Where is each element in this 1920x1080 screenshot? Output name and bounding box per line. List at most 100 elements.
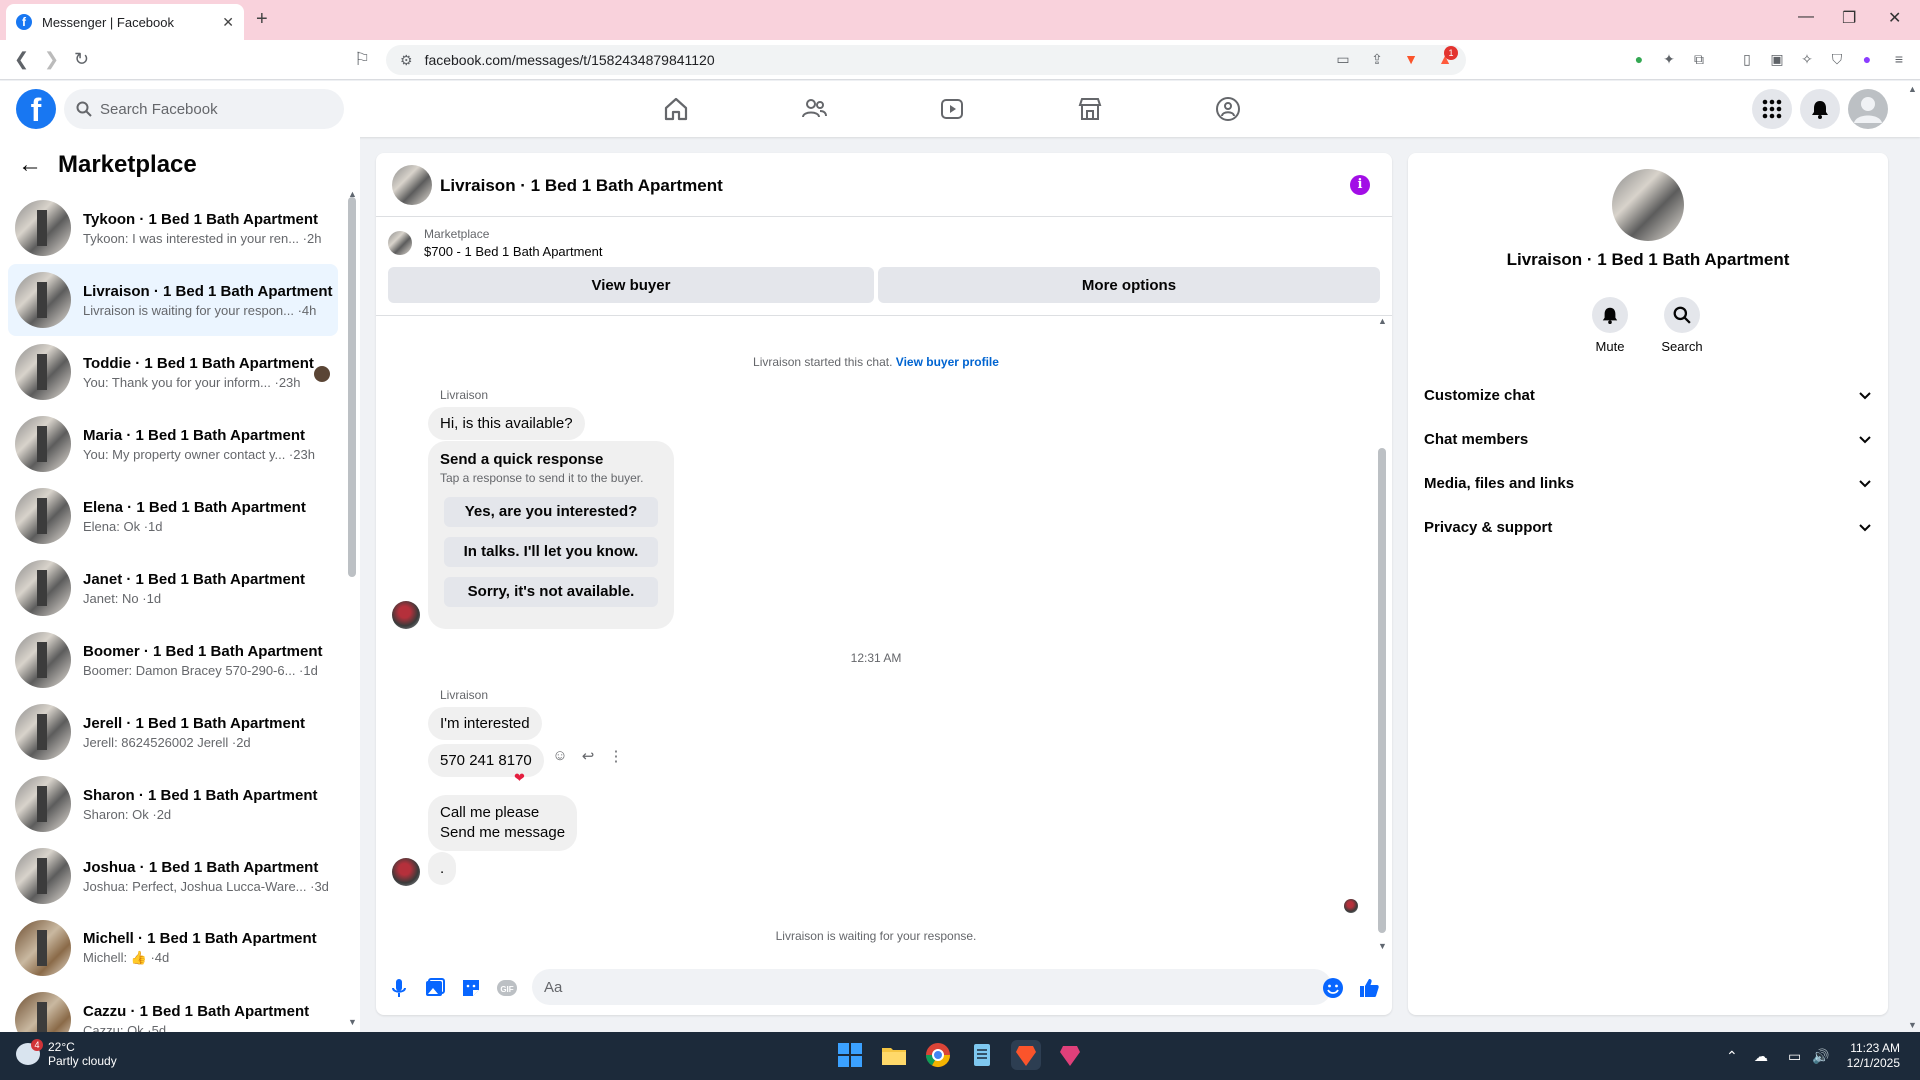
conversation-item[interactable]: Joshua · 1 Bed 1 Bath Apartment Joshua: P… xyxy=(8,840,338,912)
like-thumb-icon[interactable] xyxy=(1358,977,1380,999)
mute-button[interactable]: Mute xyxy=(1580,297,1640,354)
reload-icon[interactable]: ↻ xyxy=(74,49,89,70)
heart-reaction-icon[interactable]: ❤ xyxy=(514,770,525,786)
share-icon[interactable]: ⇪ xyxy=(1368,50,1386,68)
chat-title[interactable]: Livraison · 1 Bed 1 Bath Apartment xyxy=(440,176,723,196)
scroll-down-arrow-icon[interactable]: ▼ xyxy=(1378,941,1387,951)
quick-response-option[interactable]: Sorry, it's not available. xyxy=(444,577,658,607)
browser-tab[interactable]: f Messenger | Facebook ✕ xyxy=(6,4,244,40)
vpn-icon[interactable]: ⛉ xyxy=(1828,50,1846,68)
page-scroll-down-arrow-icon[interactable]: ▼ xyxy=(1908,1020,1917,1030)
show-hidden-icons-icon[interactable]: ⌃ xyxy=(1726,1048,1738,1065)
site-info-icon[interactable]: ⚙ xyxy=(400,52,413,69)
cast-icon[interactable]: ▭ xyxy=(1334,50,1352,68)
conversation-avatar[interactable] xyxy=(1612,169,1684,241)
message-bubble[interactable]: . xyxy=(428,852,457,885)
minimize-icon[interactable]: — xyxy=(1798,8,1814,26)
sticker-icon[interactable] xyxy=(460,977,482,999)
chat-members-section[interactable]: Chat members xyxy=(1424,417,1872,461)
conversation-item[interactable]: Boomer · 1 Bed 1 Bath Apartment Boomer: D… xyxy=(8,624,338,696)
volume-icon[interactable]: 🔊 xyxy=(1812,1048,1829,1065)
weather-widget[interactable]: 4 22°C Partly cloudy xyxy=(16,1039,117,1068)
page-scroll-up-arrow-icon[interactable]: ▲ xyxy=(1908,84,1917,94)
address-bar[interactable]: ⚙ facebook.com/messages/t/15824348798411… xyxy=(386,45,1466,75)
apps-menu-button[interactable] xyxy=(1752,89,1792,129)
quick-response-option[interactable]: In talks. I'll let you know. xyxy=(444,537,658,567)
microphone-icon[interactable] xyxy=(388,977,410,999)
extensions-icon[interactable]: ✦ xyxy=(1660,50,1678,68)
close-tab-icon[interactable]: ✕ xyxy=(222,14,234,31)
marketplace-icon[interactable] xyxy=(1076,95,1104,123)
file-explorer-icon[interactable] xyxy=(879,1040,909,1070)
buyer-avatar[interactable] xyxy=(392,858,420,886)
leo-icon[interactable]: ✧ xyxy=(1798,50,1816,68)
reply-icon[interactable]: ↩ xyxy=(578,747,598,767)
conversation-item[interactable]: Cazzu · 1 Bed 1 Bath Apartment Cazzu: Ok … xyxy=(8,984,338,1032)
onedrive-icon[interactable]: ☁ xyxy=(1754,1048,1768,1065)
chat-scrollbar[interactable] xyxy=(1378,448,1386,933)
search-in-conversation-button[interactable]: Search xyxy=(1652,297,1712,354)
message-bubble[interactable]: Call me please Send me message xyxy=(428,795,578,851)
bookmark-icon[interactable]: ⚐ xyxy=(354,49,370,70)
back-arrow-icon[interactable]: ← xyxy=(18,151,42,179)
view-buyer-button[interactable]: View buyer xyxy=(388,267,874,303)
facebook-search-input[interactable]: Search Facebook xyxy=(64,89,344,129)
friends-icon[interactable] xyxy=(800,95,828,123)
wallet-icon[interactable]: ▣ xyxy=(1768,50,1786,68)
conversation-info-icon[interactable]: i xyxy=(1350,175,1370,195)
system-clock[interactable]: 11:23 AM 12/1/2025 xyxy=(1840,1041,1900,1071)
windows-start-icon[interactable] xyxy=(835,1040,865,1070)
conversation-item[interactable]: Maria · 1 Bed 1 Bath Apartment You: My pr… xyxy=(8,408,338,480)
network-icon[interactable]: ▭ xyxy=(1788,1048,1801,1065)
buyer-avatar[interactable] xyxy=(392,601,420,629)
customize-chat-section[interactable]: Customize chat xyxy=(1424,373,1872,417)
message-input[interactable]: Aa xyxy=(532,969,1332,1005)
scroll-up-arrow-icon[interactable]: ▲ xyxy=(1378,316,1387,326)
conversation-item[interactable]: Janet · 1 Bed 1 Bath Apartment Janet: No … xyxy=(8,552,338,624)
forward-icon[interactable]: ❯ xyxy=(44,49,59,70)
conversation-item[interactable]: Elena · 1 Bed 1 Bath Apartment Elena: Ok … xyxy=(8,480,338,552)
notepad-icon[interactable] xyxy=(967,1040,997,1070)
photo-icon[interactable] xyxy=(424,977,446,999)
conversation-item-active[interactable]: Livraison · 1 Bed 1 Bath Apartment Livrai… xyxy=(8,264,338,336)
privacy-support-section[interactable]: Privacy & support xyxy=(1424,505,1872,549)
screenshot-icon[interactable]: ⧉ xyxy=(1690,50,1708,68)
chat-avatar[interactable] xyxy=(392,165,432,205)
react-icon[interactable]: ☺ xyxy=(550,747,570,767)
conversation-item[interactable]: Toddie · 1 Bed 1 Bath Apartment You: Than… xyxy=(8,336,338,408)
marketplace-listing-banner[interactable]: Marketplace $700 - 1 Bed 1 Bath Apartmen… xyxy=(388,227,603,259)
conversation-item[interactable]: Jerell · 1 Bed 1 Bath Apartment Jerell: 8… xyxy=(8,696,338,768)
scroll-down-arrow-icon[interactable]: ▼ xyxy=(348,1017,357,1027)
sidebar-icon[interactable]: ▯ xyxy=(1738,50,1756,68)
restore-icon[interactable]: ❐ xyxy=(1842,8,1856,28)
brave-browser-icon[interactable] xyxy=(1011,1040,1041,1070)
sidebar-scrollbar[interactable] xyxy=(348,197,356,577)
more-options-button[interactable]: More options xyxy=(878,267,1380,303)
groups-icon[interactable] xyxy=(1214,95,1242,123)
quick-response-option[interactable]: Yes, are you interested? xyxy=(444,497,658,527)
emoji-icon[interactable] xyxy=(1322,977,1344,999)
close-window-icon[interactable]: ✕ xyxy=(1888,8,1901,28)
message-bubble[interactable]: 570 241 8170 xyxy=(428,744,544,777)
facebook-logo-icon[interactable]: f xyxy=(16,89,56,129)
conversation-item[interactable]: Tykoon · 1 Bed 1 Bath Apartment Tykoon: I… xyxy=(8,192,338,264)
home-icon[interactable] xyxy=(662,95,690,123)
notifications-button[interactable] xyxy=(1800,89,1840,129)
new-tab-icon[interactable]: + xyxy=(256,8,268,31)
view-buyer-profile-link[interactable]: View buyer profile xyxy=(896,355,999,369)
message-bubble[interactable]: Hi, is this available? xyxy=(428,407,585,440)
brave-beta-icon[interactable] xyxy=(1055,1040,1085,1070)
menu-icon[interactable]: ≡ xyxy=(1890,50,1908,68)
gif-icon[interactable]: GIF xyxy=(496,977,518,999)
more-icon[interactable]: ⋮ xyxy=(606,747,626,767)
message-bubble[interactable]: I'm interested xyxy=(428,707,542,740)
chrome-icon[interactable] xyxy=(923,1040,953,1070)
profile-icon[interactable]: ● xyxy=(1858,50,1876,68)
extension-green-icon[interactable]: ● xyxy=(1630,50,1648,68)
brave-shield-icon[interactable]: ▼ xyxy=(1402,50,1420,68)
media-files-links-section[interactable]: Media, files and links xyxy=(1424,461,1872,505)
conversation-item[interactable]: Michell · 1 Bed 1 Bath Apartment Michell:… xyxy=(8,912,338,984)
video-icon[interactable] xyxy=(938,95,966,123)
conversation-item[interactable]: Sharon · 1 Bed 1 Bath Apartment Sharon: O… xyxy=(8,768,338,840)
account-avatar[interactable] xyxy=(1848,89,1888,129)
